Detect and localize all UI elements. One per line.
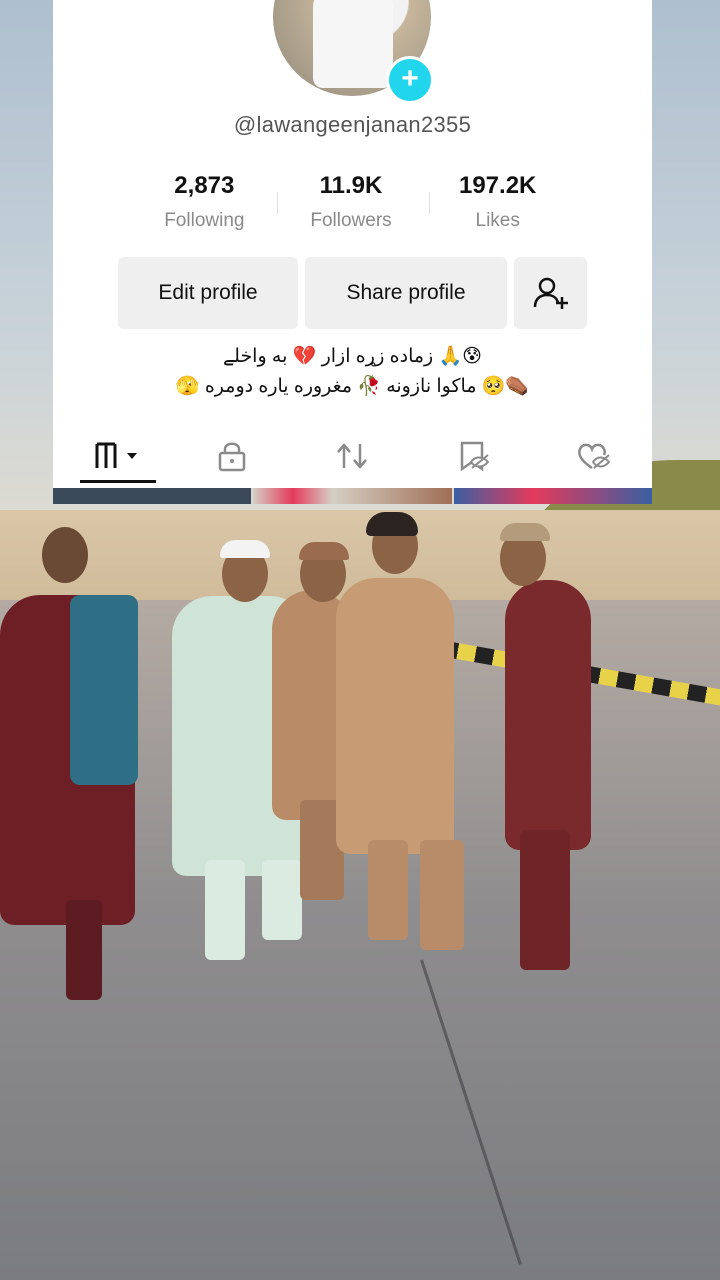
stat-following[interactable]: 2,873 Following [131, 170, 278, 240]
video-thumbnail[interactable] [253, 488, 452, 504]
edit-profile-button[interactable]: Edit profile [118, 257, 298, 329]
username: @lawangeenjanan2355 [233, 112, 472, 137]
stats-row: 2,873 Following 11.9K Followers 197.2K L… [131, 170, 571, 240]
stat-label: Following [164, 210, 245, 231]
video-grid-preview [53, 488, 652, 504]
brown-cap [299, 542, 349, 560]
blue-shawl [70, 595, 138, 785]
bio-line-2: ⚰️🥺 ماکوا نازونه 🥀 مغروره یاره دومره 🫣 [175, 376, 530, 397]
stat-likes[interactable]: 197.2K Likes [424, 170, 571, 240]
stat-label: Followers [310, 210, 392, 231]
tab-private[interactable] [207, 436, 257, 476]
repost-icon [337, 443, 367, 469]
stat-value: 2,873 [174, 172, 235, 199]
person-maroon-right [505, 580, 591, 850]
stat-divider [429, 192, 430, 214]
person-leg [420, 840, 464, 950]
person-leg [368, 840, 408, 940]
share-profile-button[interactable]: Share profile [305, 257, 507, 329]
person-add-icon [533, 277, 568, 309]
person-leg [66, 900, 102, 1000]
tan-cap [500, 523, 550, 541]
person-leg [205, 860, 245, 960]
video-thumbnail[interactable] [53, 488, 252, 504]
white-cap [220, 540, 270, 558]
profile-tabs [53, 430, 652, 488]
stat-label: Likes [475, 210, 520, 231]
person-tan-front [336, 578, 454, 854]
person-leg [262, 860, 302, 940]
favorites-hidden-icon [460, 441, 490, 472]
person-head [42, 527, 88, 583]
stat-divider [277, 192, 278, 214]
stat-followers[interactable]: 11.9K Followers [278, 170, 425, 240]
tab-reposts[interactable] [327, 436, 377, 476]
bio-line-1: 😰🙏 زماده زړه ازار 💔 به واخلے [223, 346, 482, 367]
profile-card: + @lawangeenjanan2355 2,873 Following 11… [53, 0, 652, 488]
add-friend-button[interactable] [514, 257, 587, 329]
active-tab-indicator [80, 480, 156, 483]
plus-icon[interactable]: + [386, 56, 434, 104]
videos-grid-icon [95, 442, 137, 468]
video-thumbnail[interactable] [453, 488, 652, 504]
tab-liked[interactable] [569, 436, 619, 476]
tab-videos[interactable] [91, 436, 147, 476]
stat-value: 11.9K [319, 172, 383, 199]
avatar-person [313, 0, 393, 88]
person-leg [520, 830, 570, 970]
hair [366, 512, 418, 536]
stat-value: 197.2K [458, 172, 537, 199]
tab-favorites[interactable] [449, 436, 499, 476]
lock-icon [218, 442, 246, 472]
liked-hidden-icon [578, 443, 611, 470]
